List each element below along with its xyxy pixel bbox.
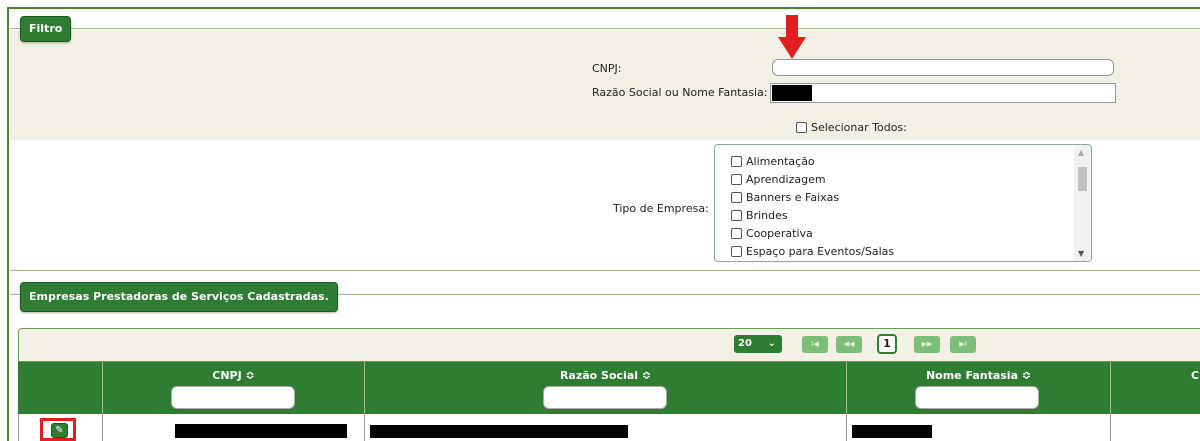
last-page-icon: ▶I (959, 340, 967, 348)
scroll-thumb[interactable] (1078, 167, 1087, 191)
prev-page-icon: ◀◀ (843, 340, 855, 348)
edit-pencil-icon[interactable]: ✎ (51, 423, 68, 438)
filter-bottom-line (10, 270, 1200, 271)
list-item[interactable]: Aprendizagem (731, 171, 894, 189)
option-checkbox[interactable] (731, 210, 742, 221)
next-page-button[interactable]: ▶▶ (914, 336, 940, 353)
column-nome-title[interactable]: Nome Fantasia ≎ (847, 369, 1110, 382)
option-checkbox[interactable] (731, 228, 742, 239)
list-item[interactable]: Espaço para Eventos/Salas (731, 243, 894, 261)
filter-legend-line (10, 28, 1200, 29)
frame-left-border (7, 7, 9, 441)
column-nome-fantasia[interactable]: Nome Fantasia ≎ (846, 362, 1110, 414)
column-razao-social[interactable]: Razão Social ≎ (364, 362, 846, 414)
redacted-text (772, 85, 812, 101)
filter-legend: Filtro (20, 16, 72, 42)
list-item[interactable]: Brindes (731, 207, 894, 225)
chevron-down-icon: ⌄ (767, 338, 776, 349)
first-page-icon: I◀ (811, 340, 819, 348)
column-actions (18, 362, 102, 414)
cell-divider (1110, 414, 1111, 441)
redacted-razao-social (370, 425, 628, 438)
cnpj-label: CNPJ: (592, 62, 622, 75)
redacted-cnpj (175, 424, 347, 438)
option-checkbox[interactable] (731, 192, 742, 203)
nome-filter-input[interactable] (915, 386, 1039, 409)
column-cnpj[interactable]: CNPJ ≎ (102, 362, 364, 414)
tipo-empresa-listbox[interactable]: Alimentação Aprendizagem Banners e Faixa… (714, 144, 1092, 262)
option-checkbox[interactable] (731, 246, 742, 257)
column-extra[interactable]: C (1110, 362, 1200, 414)
list-item[interactable]: Banners e Faixas (731, 189, 894, 207)
pagination-bar (18, 328, 1200, 362)
list-item[interactable]: Alimentação (731, 153, 894, 171)
current-page-button[interactable]: 1 (877, 334, 897, 354)
page-size-select[interactable]: 20 ⌄ (734, 335, 782, 353)
select-all-option[interactable]: Selecionar Todos: (796, 121, 907, 134)
razao-filter-input[interactable] (543, 386, 667, 409)
scroll-up-icon[interactable]: ▲ (1078, 148, 1084, 157)
last-page-button[interactable]: ▶I (950, 336, 976, 353)
column-extra-title[interactable]: C (1191, 369, 1199, 382)
redacted-nome-fantasia (852, 425, 932, 438)
cell-divider (846, 414, 847, 441)
select-all-label: Selecionar Todos: (811, 121, 907, 134)
prev-page-button[interactable]: ◀◀ (836, 336, 862, 353)
companies-legend: Empresas Prestadoras de Serviços Cadastr… (20, 282, 338, 312)
frame-top-border (7, 7, 1200, 9)
cell-divider (102, 414, 103, 441)
select-all-checkbox[interactable] (796, 122, 807, 133)
cell-divider (364, 414, 365, 441)
list-item[interactable]: Cooperativa (731, 225, 894, 243)
first-page-button[interactable]: I◀ (802, 336, 828, 353)
red-down-arrow-icon (778, 15, 806, 59)
cnpj-filter-input[interactable] (171, 386, 295, 409)
next-page-icon: ▶▶ (921, 340, 933, 348)
tipo-empresa-label: Tipo de Empresa: (613, 202, 709, 215)
razao-label: Razão Social ou Nome Fantasia: (592, 86, 768, 99)
column-cnpj-title[interactable]: CNPJ ≎ (103, 369, 364, 382)
cnpj-input[interactable] (772, 59, 1114, 76)
column-razao-title[interactable]: Razão Social ≎ (365, 369, 846, 382)
option-checkbox[interactable] (731, 174, 742, 185)
razao-social-input[interactable] (770, 83, 1116, 103)
option-checkbox[interactable] (731, 156, 742, 167)
listbox-scrollbar[interactable]: ▲ ▼ (1074, 145, 1091, 261)
scroll-down-icon[interactable]: ▼ (1078, 249, 1084, 258)
